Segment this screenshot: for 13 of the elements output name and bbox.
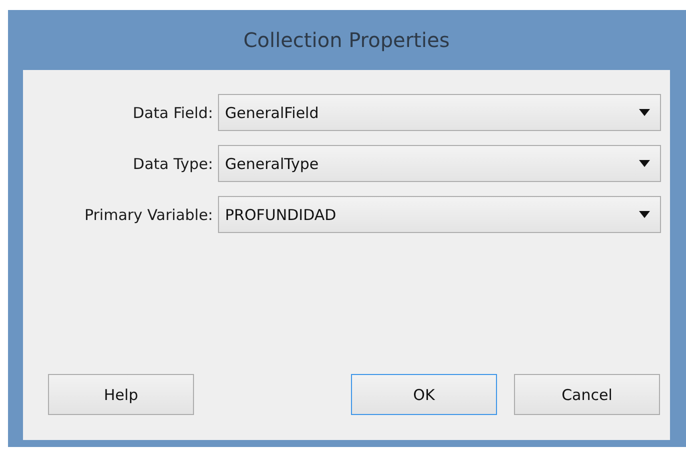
caret-icon	[639, 109, 650, 116]
dialog-button[interactable]: Cancel	[514, 374, 660, 415]
window-title: Collection Properties	[242, 27, 451, 54]
field-label: Data Type:	[132, 154, 213, 172]
dropdown[interactable]: PROFUNDIDAD	[218, 196, 661, 233]
caret-icon	[639, 211, 650, 218]
dialog-button[interactable]: Help	[48, 374, 194, 415]
caret-icon	[639, 160, 650, 167]
field-label: Data Field:	[132, 104, 213, 122]
dropdown[interactable]: GeneralType	[218, 145, 661, 182]
field-label: Primary Variable:	[83, 206, 213, 224]
dialog-button[interactable]: OK	[351, 374, 497, 415]
dropdown[interactable]: GeneralField	[218, 94, 661, 131]
